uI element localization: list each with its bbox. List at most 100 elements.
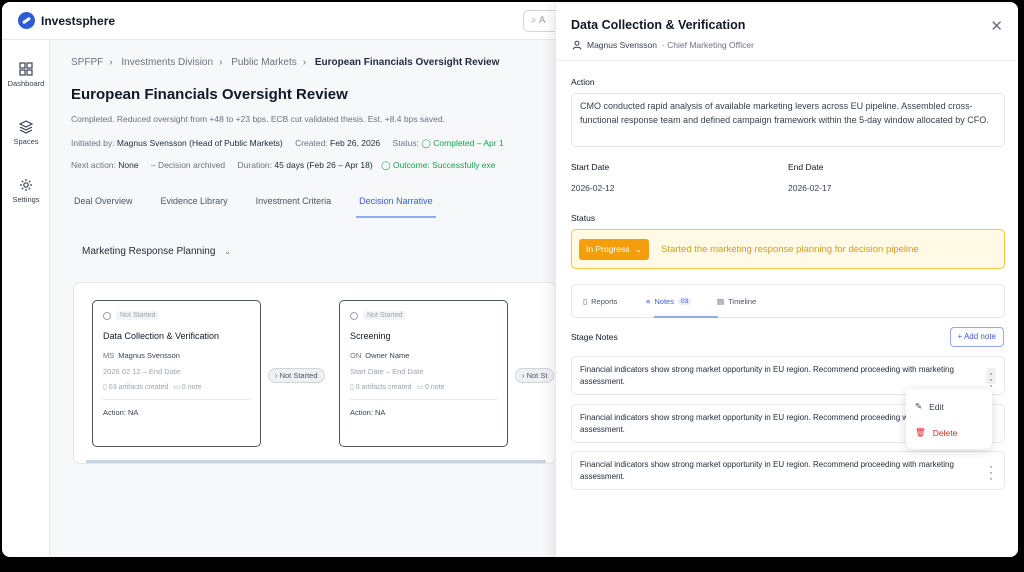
stage-dates: Start Date – End Date [350, 367, 424, 376]
tab-notes[interactable]: ≡ Notes 03 [646, 297, 692, 306]
check-circle-icon: ◯ [381, 160, 391, 170]
layers-icon [19, 120, 33, 134]
note-item: Financial indicators show strong market … [571, 451, 1005, 490]
stage-artifacts: ▯ 03 artifacts created ▭ 0 note [103, 383, 201, 391]
status-description: Started the marketing response planning … [661, 244, 919, 255]
logo[interactable]: Investsphere [18, 12, 115, 29]
active-tab-indicator [654, 316, 718, 318]
notes-count: 0 note [181, 384, 202, 391]
note-context-menu: ✎ Edit 🗑 Delete [906, 389, 992, 449]
stage-status-label: Not Started [116, 311, 160, 320]
action-label: Action [571, 77, 595, 87]
stage-card[interactable]: Not Started Screening ON Owner Name Start… [339, 300, 508, 447]
stage-title: Data Collection & Verification [103, 331, 220, 341]
meta-row-2: Next action: None – Decision archived Du… [71, 160, 495, 171]
tab-timeline-label: Timeline [728, 297, 757, 306]
owner-role: · Chief Marketing Officer [661, 40, 754, 50]
next-action-label: Next action: [71, 160, 116, 170]
check-circle-icon: ◯ [421, 138, 431, 148]
page-title: European Financials Oversight Review [71, 86, 348, 103]
search-placeholder: A [538, 15, 546, 26]
grid-icon [19, 62, 33, 76]
stage-select[interactable]: Marketing Response Planning ⌄ [82, 246, 231, 257]
tab-reports[interactable]: ▯ Reports [583, 297, 617, 306]
tab-deal-overview[interactable]: Deal Overview [71, 190, 136, 218]
crumb-public-markets[interactable]: Public Markets [231, 57, 297, 68]
chevron-down-icon: ⌄ [224, 247, 231, 256]
menu-edit[interactable]: ✎ Edit [915, 401, 944, 412]
comment-icon: ▭ [173, 384, 182, 391]
page-summary: Completed. Reduced oversight from +48 to… [71, 114, 445, 124]
close-icon[interactable]: ✕ [990, 17, 1003, 35]
archived-text: – Decision archived [150, 160, 226, 170]
status-dot-icon [103, 311, 111, 320]
tab-reports-label: Reports [591, 297, 618, 306]
status-panel: In Progress ⌄ Started the marketing resp… [571, 229, 1005, 269]
page-tabs: Deal Overview Evidence Library Investmen… [71, 190, 555, 218]
outcome-text: Outcome: Successfully exe [392, 160, 496, 170]
start-date-label: Start Date [571, 162, 610, 172]
initiated-label: Initiated by: [71, 138, 115, 148]
detail-drawer: Data Collection & Verification ✕ Magnus … [555, 4, 1018, 557]
rail-item-spaces[interactable]: Spaces [2, 120, 50, 146]
menu-delete[interactable]: 🗑 Delete [915, 427, 957, 438]
connector-text: Not Started [279, 371, 318, 380]
avatar: ON [350, 351, 362, 360]
notes-count-badge: 03 [677, 298, 692, 305]
status-label: Status [571, 213, 596, 223]
logo-icon [18, 12, 35, 29]
stage-select-value: Marketing Response Planning [82, 246, 216, 257]
tab-investment-criteria[interactable]: Investment Criteria [253, 190, 335, 218]
owner-name: Magnus Svensson [118, 351, 180, 360]
horizontal-scrollbar[interactable] [86, 460, 546, 463]
left-rail: Dashboard Spaces Settings [2, 40, 50, 557]
status-dropdown-value: In Progress [586, 244, 630, 254]
trash-icon: 🗑 [915, 427, 926, 437]
rail-item-dashboard[interactable]: Dashboard [2, 62, 50, 88]
action-textarea[interactable]: CMO conducted rapid analysis of availabl… [571, 93, 1005, 147]
tab-decision-narrative[interactable]: Decision Narrative [356, 190, 436, 218]
rail-item-settings[interactable]: Settings [2, 178, 50, 204]
tab-evidence-library[interactable]: Evidence Library [158, 190, 231, 218]
stage-action: Action: NA [103, 408, 139, 417]
app-window: Investsphere ⌕ A Dashboard Spaces Settin… [2, 2, 1018, 557]
connector-text: Not St [526, 371, 548, 380]
note-text: Financial indicators show strong market … [580, 460, 954, 481]
note-text: Financial indicators show strong market … [580, 365, 954, 386]
chevron-down-icon: ⌄ [634, 244, 642, 254]
add-note-label: Add note [963, 332, 996, 341]
more-vertical-icon[interactable]: ··· [986, 460, 996, 484]
main-content: SPFPF › Investments Division › Public Mark… [51, 40, 556, 557]
crumb-spfpf[interactable]: SPFPF [71, 57, 103, 68]
stage-status-label: Not Started [363, 311, 407, 320]
comment-icon: ▭ [416, 384, 425, 391]
chevron-right-icon: › [302, 57, 307, 68]
crumb-division[interactable]: Investments Division [121, 57, 213, 68]
rail-label-settings: Settings [12, 195, 40, 204]
drawer-title: Data Collection & Verification [571, 18, 746, 32]
avatar: MS [103, 351, 115, 360]
status-value: Completed – Apr 1 [433, 138, 504, 148]
start-date-value[interactable]: 2026-02-12 [571, 183, 614, 193]
stage-owner: ON Owner Name [350, 351, 409, 360]
end-date-value[interactable]: 2026-02-17 [788, 183, 831, 193]
crumb-current: European Financials Oversight Review [314, 57, 500, 68]
stage-owner: MS Magnus Svensson [103, 351, 180, 360]
divider [350, 399, 497, 400]
search-icon: ⌕ [531, 15, 537, 26]
created-value: Feb 26, 2026 [330, 138, 381, 148]
tab-notes-label: Notes [654, 297, 674, 306]
pencil-icon: ✎ [915, 401, 923, 411]
duration-value: 45 days (Feb 26 – Apr 18) [274, 160, 373, 170]
more-vertical-icon[interactable]: ··· [986, 367, 996, 391]
calendar-icon: ▤ [717, 297, 725, 306]
user-icon [572, 40, 582, 50]
tab-timeline[interactable]: ▤ Timeline [717, 297, 756, 306]
add-note-button[interactable]: + Add note [949, 327, 1004, 347]
stage-card[interactable]: Not Started Data Collection & Verificati… [92, 300, 261, 447]
stage-notes-label: Stage Notes [571, 332, 618, 342]
breadcrumb: SPFPF › Investments Division › Public Mark… [71, 57, 499, 68]
stage-dates: 2026 02 12 – End Date [103, 367, 181, 376]
initiated-value: Magnus Svensson (Head of Public Markets) [116, 138, 283, 148]
status-dropdown[interactable]: In Progress ⌄ [579, 239, 649, 260]
